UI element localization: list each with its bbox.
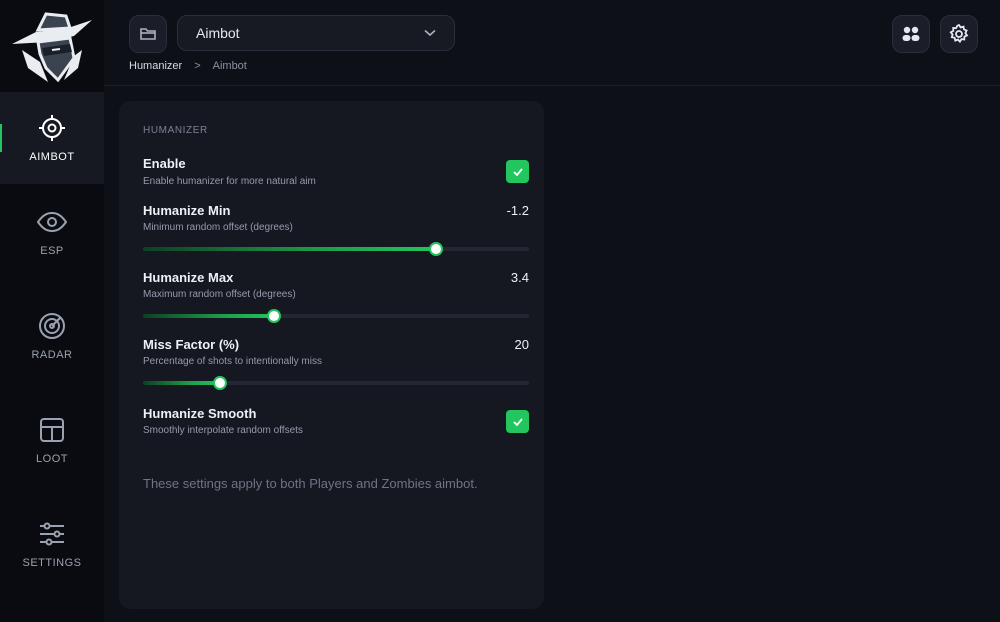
hooded-figure-logo-icon xyxy=(12,12,92,83)
enable-label: Enable xyxy=(143,156,186,171)
sidebar-item-label: AIMBOT xyxy=(29,151,75,163)
humanize-smooth-label: Humanize Smooth xyxy=(143,406,257,421)
enable-description: Enable humanizer for more natural aim xyxy=(143,176,316,187)
enable-checkbox[interactable] xyxy=(506,160,529,183)
sidebar-item-loot[interactable]: LOOT xyxy=(0,394,104,486)
mode-dropdown[interactable]: Aimbot xyxy=(177,15,455,51)
sidebar-item-esp[interactable]: ESP xyxy=(0,186,104,278)
eye-icon xyxy=(37,211,67,233)
sliders-icon xyxy=(40,522,64,546)
layout-icon xyxy=(40,418,64,442)
folder-icon xyxy=(140,28,156,40)
miss-factor-description: Percentage of shots to intentionally mis… xyxy=(143,356,322,367)
slider-fill xyxy=(143,381,221,385)
check-icon xyxy=(512,417,523,426)
slider-thumb[interactable] xyxy=(429,242,444,256)
humanize-min-label: Humanize Min xyxy=(143,203,231,218)
humanize-max-label: Humanize Max xyxy=(143,270,234,285)
sidebar: AIMBOT ESP RADAR LOOT SETTINGS xyxy=(0,0,104,622)
slider-thumb[interactable] xyxy=(213,376,228,390)
miss-factor-value: 20 xyxy=(514,337,529,352)
header-divider xyxy=(104,85,1000,86)
users-icon xyxy=(902,26,920,41)
breadcrumb-item-humanizer[interactable]: Humanizer xyxy=(129,60,182,72)
settings-button[interactable] xyxy=(940,15,978,53)
settings-note: These settings apply to both Players and… xyxy=(143,476,478,491)
check-icon xyxy=(512,167,523,176)
humanize-min-value: -1.2 xyxy=(506,203,529,218)
humanize-smooth-description: Smoothly interpolate random offsets xyxy=(143,425,303,436)
logo xyxy=(0,0,104,90)
radar-icon xyxy=(39,313,65,339)
slider-fill xyxy=(143,314,275,318)
section-title: HUMANIZER xyxy=(143,125,208,136)
breadcrumb: Humanizer > Aimbot xyxy=(129,60,247,72)
sidebar-item-label: SETTINGS xyxy=(22,557,82,569)
folder-button[interactable] xyxy=(129,15,167,53)
humanize-min-slider[interactable] xyxy=(143,242,529,256)
sidebar-item-label: RADAR xyxy=(31,349,73,361)
sidebar-item-radar[interactable]: RADAR xyxy=(0,290,104,382)
humanize-max-description: Maximum random offset (degrees) xyxy=(143,289,296,300)
breadcrumb-item-aimbot: Aimbot xyxy=(212,60,247,72)
humanize-max-value: 3.4 xyxy=(510,270,529,285)
humanize-smooth-checkbox[interactable] xyxy=(506,410,529,433)
chevron-down-icon xyxy=(424,29,436,37)
humanize-max-slider[interactable] xyxy=(143,309,529,323)
gear-icon xyxy=(949,23,969,44)
sidebar-item-aimbot[interactable]: AIMBOT xyxy=(0,92,104,184)
breadcrumb-separator: > xyxy=(194,60,201,72)
dropdown-value: Aimbot xyxy=(196,25,240,41)
slider-fill xyxy=(143,247,437,251)
miss-factor-slider[interactable] xyxy=(143,376,529,390)
users-button[interactable] xyxy=(892,15,930,53)
humanize-min-description: Minimum random offset (degrees) xyxy=(143,222,293,233)
miss-factor-label: Miss Factor (%) xyxy=(143,337,240,352)
humanizer-panel: HUMANIZER Enable Enable humanizer for mo… xyxy=(119,101,544,609)
sidebar-item-settings[interactable]: SETTINGS xyxy=(0,498,104,590)
sidebar-item-label: ESP xyxy=(40,245,64,257)
slider-thumb[interactable] xyxy=(267,309,282,323)
crosshair-icon xyxy=(39,115,65,141)
sidebar-item-label: LOOT xyxy=(36,453,68,465)
